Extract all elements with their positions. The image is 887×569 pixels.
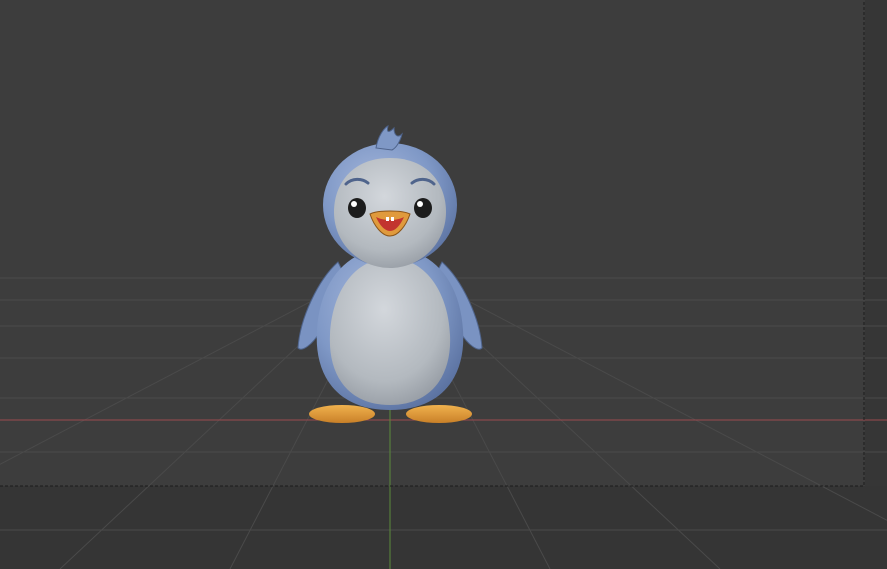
- penguin-left-eye: [348, 198, 366, 218]
- penguin-belly: [329, 258, 451, 405]
- outside-camera-area-right: [865, 0, 887, 486]
- penguin-model[interactable]: [297, 125, 483, 423]
- penguin-left-foot: [309, 405, 375, 423]
- 3d-viewport[interactable]: [0, 0, 887, 569]
- penguin-right-eye: [414, 198, 432, 218]
- outside-camera-area: [0, 486, 887, 569]
- penguin-right-foot: [406, 405, 472, 423]
